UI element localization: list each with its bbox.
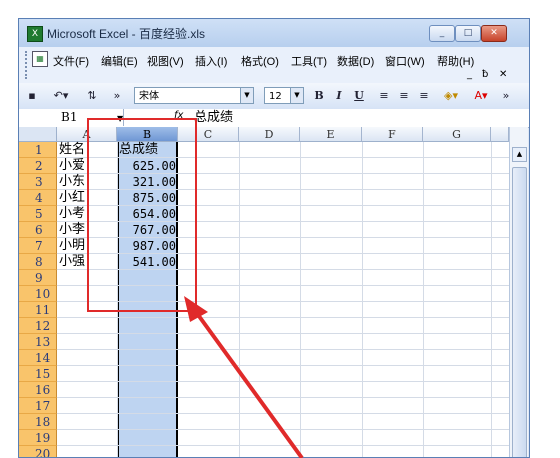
annotation-arrow-line	[194, 310, 304, 458]
annotation-arrow-icon	[184, 296, 304, 458]
annotation-arrow-head	[184, 296, 208, 322]
